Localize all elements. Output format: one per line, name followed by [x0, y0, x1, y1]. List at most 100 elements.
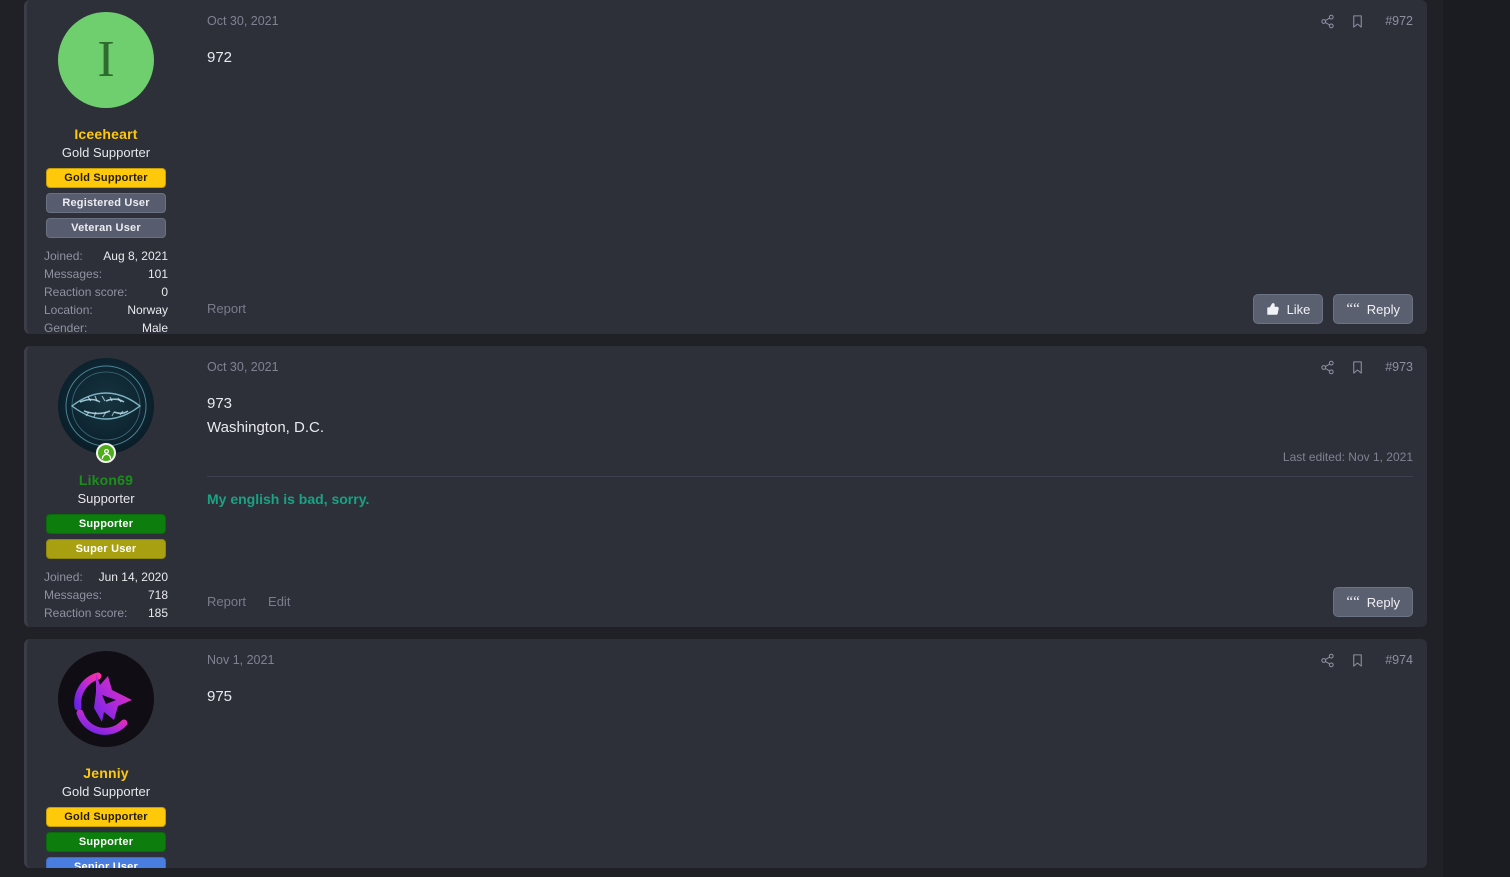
user-title: Supporter	[77, 491, 135, 506]
username-link[interactable]: Iceeheart	[74, 126, 137, 142]
user-stat-key: Reaction score:	[44, 606, 128, 620]
user-banner-list: Supporter Super User	[46, 514, 166, 559]
user-banner-list: Gold Supporter Registered User Veteran Use…	[46, 168, 166, 238]
post-user-info: Likon69 Supporter Supporter Super User Joine…	[27, 346, 185, 627]
avatar[interactable]	[58, 651, 154, 747]
post-user-info: Jenniy Gold Supporter Gold Supporter Suppor…	[27, 639, 185, 868]
post-number-link[interactable]: #973	[1379, 360, 1413, 374]
post-header: Oct 30, 2021 #972	[207, 10, 1413, 32]
username-link[interactable]: Likon69	[79, 472, 133, 488]
forum-post: I Iceeheart Gold Supporter Gold Supporter Re…	[24, 0, 1427, 334]
user-stats: Joined: Jun 14, 2020 Messages: 718 Reaction …	[44, 568, 168, 622]
user-stat-value: 718	[147, 588, 168, 602]
user-stat-row: Joined: Aug 8, 2021	[44, 247, 168, 265]
forum-thread-page: I Iceeheart Gold Supporter Gold Supporter Re…	[0, 0, 1510, 877]
post-body-line: 975	[207, 688, 233, 705]
user-banner: Gold Supporter	[46, 807, 166, 827]
post-message: Nov 1, 2021 #974 975	[185, 639, 1427, 868]
user-stat-row: Messages: 101	[44, 265, 168, 283]
avatar-image	[58, 651, 154, 747]
share-icon[interactable]	[1319, 13, 1335, 29]
post-header-actions: #973	[1319, 359, 1413, 375]
bookmark-icon[interactable]	[1349, 652, 1365, 668]
post-body-line: 973	[207, 395, 233, 412]
last-edited-note: Last edited: Nov 1, 2021	[1282, 450, 1413, 464]
user-title: Gold Supporter	[61, 784, 151, 799]
user-stat-key: Joined:	[44, 249, 83, 263]
post-footer: Report Edit ““ Reply	[207, 587, 1413, 627]
bookmark-icon[interactable]	[1349, 13, 1365, 29]
avatar[interactable]: I	[58, 12, 154, 108]
user-stat-row: Location: Norway	[44, 301, 168, 319]
action-button-label: Reply	[1366, 301, 1400, 317]
reply-button[interactable]: ““ Reply	[1333, 587, 1413, 617]
post-message: Oct 30, 2021 #972 972 Report Like ““ Reply	[185, 0, 1427, 334]
post-date-link[interactable]: Nov 1, 2021	[207, 653, 274, 667]
post-body: 975	[207, 671, 1413, 709]
post-header-actions: #972	[1319, 13, 1413, 29]
like-button[interactable]: Like	[1252, 294, 1324, 324]
user-banner: Registered User	[46, 193, 166, 213]
post-body: 973 Washington, D.C.	[207, 378, 1413, 440]
user-banner-list: Gold Supporter Supporter Senior User	[46, 807, 166, 868]
user-signature: My english is bad, sorry.	[207, 476, 1413, 507]
user-stats: Joined: Aug 8, 2021 Messages: 101 Reaction s…	[44, 247, 168, 334]
user-title: Gold Supporter	[61, 145, 151, 160]
user-banner: Supporter	[46, 832, 166, 852]
user-stat-row: Joined: Jun 14, 2020	[44, 568, 168, 586]
user-stat-key: Messages:	[44, 588, 103, 602]
user-banner: Supporter	[46, 514, 166, 534]
avatar-image	[58, 358, 154, 454]
post-body-line: Washington, D.C.	[207, 419, 324, 436]
post-header: Oct 30, 2021 #973	[207, 356, 1413, 378]
user-stat-key: Location:	[44, 303, 93, 317]
post-number-link[interactable]: #974	[1379, 653, 1413, 667]
avatar[interactable]	[58, 358, 154, 463]
user-stat-value: 185	[147, 606, 168, 620]
post-user-info: I Iceeheart Gold Supporter Gold Supporter Re…	[27, 0, 185, 334]
user-stat-value: Jun 14, 2020	[98, 570, 168, 584]
action-button-label: Like	[1286, 301, 1311, 317]
quote-icon: ““	[1346, 300, 1360, 317]
thread-post-list: I Iceeheart Gold Supporter Gold Supporter Re…	[0, 0, 1443, 877]
user-stat-key: Reaction score:	[44, 285, 128, 299]
user-stat-row: Reaction score: 0	[44, 283, 168, 301]
post-action-buttons: Like ““ Reply	[1252, 294, 1413, 324]
post-body: 972	[207, 32, 1413, 70]
post-footer-links: Report Edit	[207, 594, 290, 617]
user-stat-key: Messages:	[44, 267, 103, 281]
user-banner: Gold Supporter	[46, 168, 166, 188]
post-footer-link-report[interactable]: Report	[207, 301, 246, 316]
post-footer: Report Like ““ Reply	[207, 294, 1413, 334]
forum-post: Likon69 Supporter Supporter Super User Joine…	[24, 346, 1427, 627]
action-button-label: Reply	[1366, 594, 1400, 610]
quote-icon: ““	[1346, 593, 1360, 610]
user-stat-value: 101	[147, 267, 168, 281]
share-icon[interactable]	[1319, 359, 1335, 375]
post-header: Nov 1, 2021 #974	[207, 649, 1413, 671]
user-banner: Super User	[46, 539, 166, 559]
user-stat-key: Joined:	[44, 570, 83, 584]
post-header-actions: #974	[1319, 652, 1413, 668]
forum-post: Jenniy Gold Supporter Gold Supporter Suppor…	[24, 639, 1427, 868]
user-stat-key: Gender:	[44, 321, 88, 334]
user-stat-row: Gender: Male	[44, 319, 168, 334]
user-stat-value: Male	[141, 321, 168, 334]
user-stat-row: Messages: 718	[44, 586, 168, 604]
post-footer-link-report[interactable]: Report	[207, 594, 246, 609]
post-number-link[interactable]: #972	[1379, 14, 1413, 28]
post-footer-link-edit[interactable]: Edit	[268, 594, 290, 609]
post-footer-links: Report	[207, 301, 246, 324]
user-banner: Veteran User	[46, 218, 166, 238]
bookmark-icon[interactable]	[1349, 359, 1365, 375]
avatar-image: I	[58, 12, 154, 108]
user-stat-value: Norway	[127, 303, 168, 317]
online-status-icon	[96, 443, 116, 463]
share-icon[interactable]	[1319, 652, 1335, 668]
post-date-link[interactable]: Oct 30, 2021	[207, 14, 279, 28]
user-stat-value: 0	[161, 285, 168, 299]
user-banner: Senior User	[46, 857, 166, 868]
reply-button[interactable]: ““ Reply	[1333, 294, 1413, 324]
username-link[interactable]: Jenniy	[83, 765, 129, 781]
post-date-link[interactable]: Oct 30, 2021	[207, 360, 279, 374]
